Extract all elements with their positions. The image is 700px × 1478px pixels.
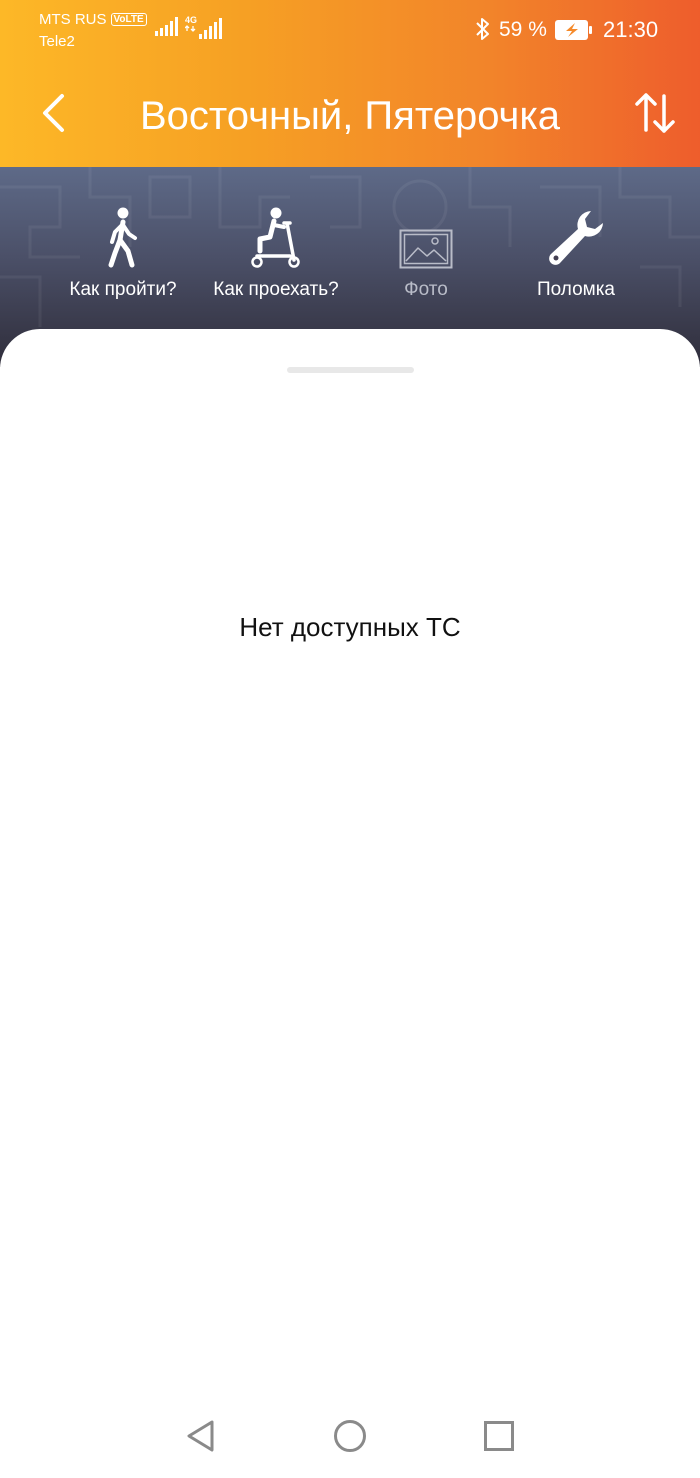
triangle-back-icon[interactable] [184,1417,218,1455]
swap-vertical-icon [635,93,675,133]
volte-badge: VoLTE [110,13,147,26]
wrench-icon [549,211,603,265]
carrier-secondary: Tele2 [39,33,75,50]
back-button[interactable] [30,88,80,138]
report-breakdown-label: Поломка [536,279,616,300]
sheet-drag-handle[interactable] [287,367,414,373]
scooter-icon [251,207,300,268]
photo-button[interactable]: Фото [351,197,501,301]
status-clock: 21:30 [603,17,659,42]
square-recents-icon[interactable] [482,1417,516,1455]
page-title: Восточный, Пятерочка [140,94,561,138]
empty-vehicles-message: Нет доступных ТС [239,612,461,642]
ride-route-button[interactable]: Как проехать? [201,197,351,301]
carrier-primary-label: MTS RUS [39,11,107,28]
status-bar: MTS RUS VoLTE Tele2 4G 59 % 21:30 [0,0,700,60]
photo-label: Фото [404,279,448,300]
network-4g-signal-icon: 4G [185,15,222,39]
walking-person-icon [108,207,137,268]
signal-strength-icon [155,17,178,36]
report-breakdown-button[interactable]: Поломка [501,197,651,301]
system-navigation-bar [0,1395,700,1478]
bluetooth-icon [476,18,489,40]
circle-home-icon[interactable] [332,1417,368,1455]
network-type-label: 4G [185,15,197,25]
carrier-primary: MTS RUS VoLTE [39,11,147,29]
swap-direction-button[interactable] [630,88,680,138]
ride-route-label: Как проехать? [213,279,339,300]
photo-icon [399,229,453,269]
battery-charging-icon [555,20,592,40]
chevron-left-icon [43,94,64,132]
walk-route-label: Как пройти? [69,279,177,300]
walk-route-button[interactable]: Как пройти? [48,197,198,301]
app-header: MTS RUS VoLTE Tele2 4G 59 % 21:30 Восточ… [0,0,700,167]
battery-percentage: 59 % [499,18,547,41]
vehicles-bottom-sheet[interactable]: Нет доступных ТС [0,329,700,1478]
